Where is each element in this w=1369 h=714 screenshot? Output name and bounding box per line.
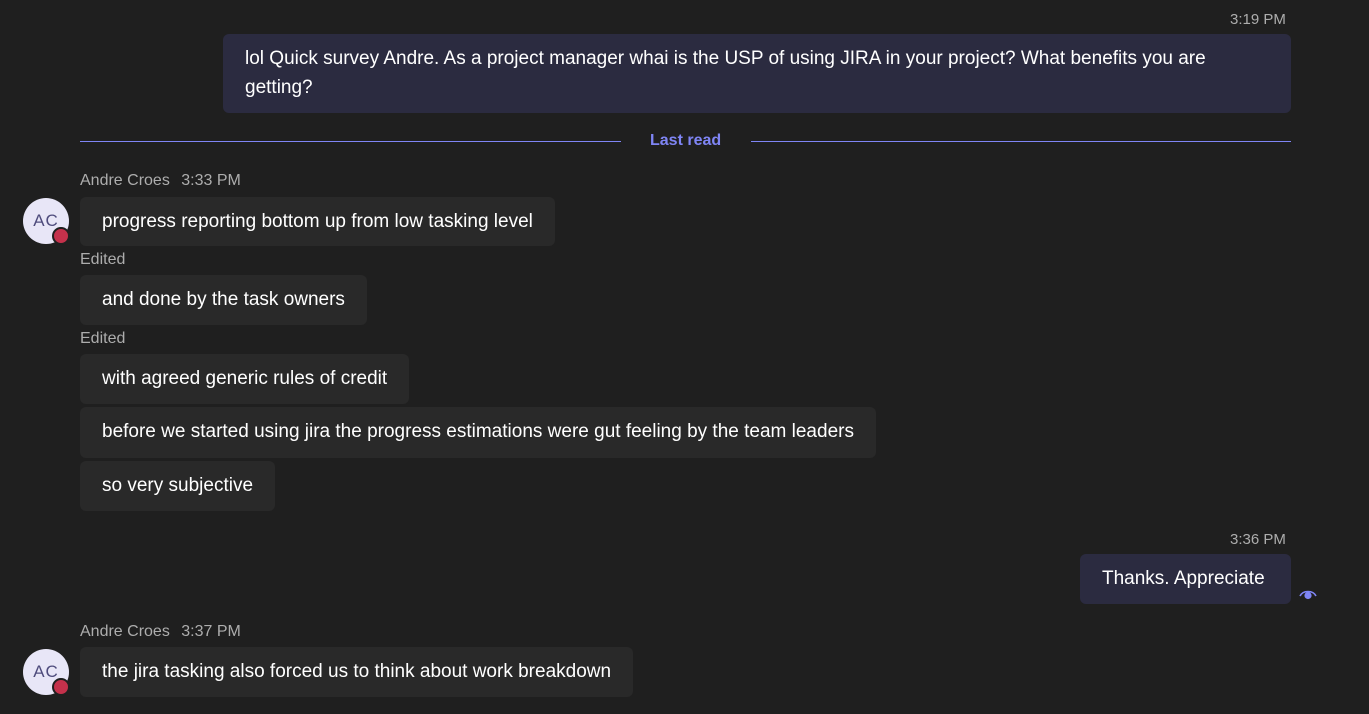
message-text: and done by the task owners	[102, 289, 345, 310]
edited-label: Edited	[80, 251, 126, 268]
presence-busy-icon	[52, 678, 70, 696]
message-timestamp: 3:19 PM	[1230, 11, 1286, 28]
seen-eye-icon	[1299, 590, 1317, 600]
message-text: before we started using jira the progres…	[102, 421, 854, 442]
incoming-message-bubble[interactable]: so very subjective	[80, 461, 276, 511]
message-text: so very subjective	[102, 475, 254, 496]
incoming-message-bubble[interactable]: the jira tasking also forced us to think…	[80, 647, 634, 697]
message-timestamp: 3:36 PM	[1230, 531, 1286, 548]
message-text: Thanks. Appreciate	[1102, 568, 1265, 589]
last-read-label: Last read	[650, 132, 722, 149]
message-header: Andre Croes 3:33 PM	[80, 172, 241, 190]
message-text: with agreed generic rules of credit	[102, 368, 388, 389]
message-text: the jira tasking also forced us to think…	[102, 661, 612, 682]
author-name[interactable]: Andre Croes	[80, 623, 170, 640]
message-header: Andre Croes 3:37 PM	[80, 623, 241, 641]
message-text: progress reporting bottom up from low ta…	[102, 211, 533, 232]
last-read-divider-line-right	[751, 141, 1291, 142]
incoming-message-bubble[interactable]: with agreed generic rules of credit	[80, 354, 410, 404]
presence-busy-icon	[52, 227, 70, 245]
incoming-message-bubble[interactable]: progress reporting bottom up from low ta…	[80, 197, 555, 246]
last-read-divider-line-left	[80, 141, 621, 142]
incoming-message-bubble[interactable]: before we started using jira the progres…	[80, 407, 876, 458]
outgoing-message-bubble[interactable]: lol Quick survey Andre. As a project man…	[223, 34, 1291, 113]
outgoing-message-bubble[interactable]: Thanks. Appreciate	[1080, 554, 1291, 604]
message-timestamp: 3:37 PM	[181, 623, 241, 640]
message-text: lol Quick survey Andre. As a project man…	[245, 48, 1206, 98]
author-name[interactable]: Andre Croes	[80, 172, 170, 189]
message-timestamp: 3:33 PM	[181, 172, 241, 189]
edited-label: Edited	[80, 330, 126, 347]
incoming-message-bubble[interactable]: and done by the task owners	[80, 275, 367, 325]
